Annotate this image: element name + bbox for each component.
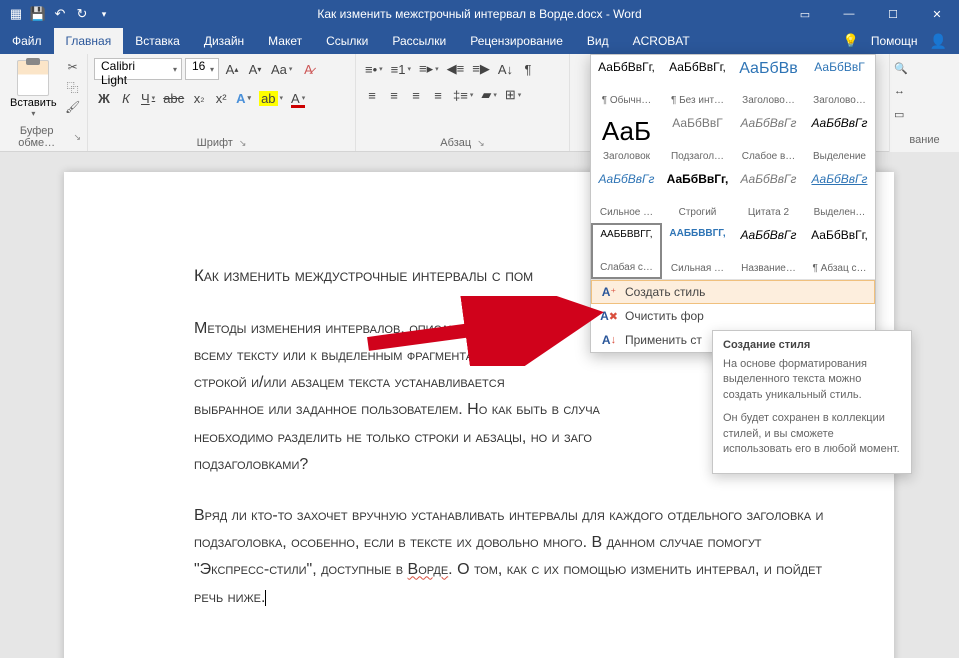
style-cell[interactable]: АаБбВвГгСильное … [591,167,662,223]
menu-view[interactable]: Вид [575,28,621,54]
style-cell[interactable]: АаБЗаголовок [591,111,662,167]
style-cell[interactable]: ААББВВГГ,Сильная … [662,223,733,279]
select-button[interactable]: ▭ [894,104,955,124]
menu-file[interactable]: Файл [0,28,54,54]
ribbon-group-font: Calibri Light▾ 16▾ A▴ A▾ Aa▾ A̷ Ж К Ч▾ a… [88,54,356,151]
undo-icon[interactable]: ↶ [50,4,70,24]
copy-icon[interactable]: ⿻ [64,78,82,96]
style-cell[interactable]: АаБбВвГгЦитата 2 [733,167,804,223]
paragraph-dialog-launcher[interactable]: ↘ [477,138,485,149]
format-painter-icon[interactable]: 🖌 [64,98,82,116]
font-color-button[interactable]: A▾ [288,87,308,109]
align-left-button[interactable]: ≡ [362,84,382,106]
save-icon[interactable]: 💾 [28,4,48,24]
style-cell[interactable]: АаБбВвГЗаголово… [804,55,875,111]
superscript-button[interactable]: x² [211,87,231,109]
font-size-select[interactable]: 16▾ [185,58,219,80]
justify-button[interactable]: ≡ [428,84,448,106]
change-case-button[interactable]: Aa▾ [268,58,295,80]
tooltip-title: Создание стиля [723,339,901,351]
redo-icon[interactable]: ↻ [72,4,92,24]
ribbon-group-clipboard: Вставить ▾ ✂ ⿻ 🖌 Буфер обме…↘ [0,54,88,151]
subscript-button[interactable]: x₂ [189,87,209,109]
maximize-button[interactable]: ☐ [871,0,915,28]
ribbon-group-paragraph: ≡•▾ ≡1▾ ≡▸▾ ◀≡ ≡▶ A↓ ¶ ≡ ≡ ≡ ≡ ‡≡▾ ▰▾ ⊞▾… [356,54,570,151]
ribbon-group-editing: 🔍 ↔ ▭ вание [889,54,959,152]
find-button[interactable]: 🔍 [894,58,955,78]
ribbon-display-icon[interactable]: ▭ [783,0,827,28]
apply-styles-icon: A↓ [601,333,617,347]
decrease-indent-button[interactable]: ◀≡ [444,58,468,80]
text-effects-button[interactable]: A▾ [233,87,254,109]
paste-button[interactable]: Вставить ▾ [6,58,61,120]
line-spacing-button[interactable]: ‡≡▾ [450,84,476,106]
clipboard-icon [17,60,49,96]
increase-indent-button[interactable]: ≡▶ [469,58,493,80]
menu-bar: Файл Главная Вставка Дизайн Макет Ссылки… [0,28,959,54]
clear-formatting-button[interactable]: A̷ [298,58,318,80]
style-cell[interactable]: АаБбВвГг,Строгий [662,167,733,223]
menu-acrobat[interactable]: ACROBAT [621,28,702,54]
create-style-item[interactable]: A⁺ Создать стиль [591,280,875,304]
menu-insert[interactable]: Вставка [123,28,192,54]
show-marks-button[interactable]: ¶ [518,58,538,80]
multilevel-button[interactable]: ≡▸▾ [416,58,442,80]
qat-customize-icon[interactable]: ▾ [94,4,114,24]
italic-button[interactable]: К [116,87,136,109]
text-cursor [265,590,266,606]
menu-references[interactable]: Ссылки [314,28,380,54]
style-cell[interactable]: АаБбВвГПодзагол… [662,111,733,167]
share-icon[interactable]: 👤 [930,33,947,50]
align-center-button[interactable]: ≡ [384,84,404,106]
highlight-button[interactable]: ab▾ [256,87,286,109]
cut-icon[interactable]: ✂ [64,58,82,76]
menu-review[interactable]: Рецензирование [458,28,575,54]
style-cell[interactable]: АаБбВвГг,¶ Абзац с… [804,223,875,279]
style-cell[interactable]: АаБбВвГг,¶ Без инт… [662,55,733,111]
font-name-select[interactable]: Calibri Light▾ [94,58,182,80]
bullets-button[interactable]: ≡•▾ [362,58,386,80]
clipboard-dialog-launcher[interactable]: ↘ [73,132,81,143]
bold-button[interactable]: Ж [94,87,114,109]
menu-home[interactable]: Главная [54,28,124,54]
close-button[interactable]: ✕ [915,0,959,28]
numbering-button[interactable]: ≡1▾ [388,58,414,80]
create-style-icon: A⁺ [601,285,617,299]
minimize-button[interactable]: — [827,0,871,28]
shading-button[interactable]: ▰▾ [478,84,500,106]
styles-gallery-dropdown: АаБбВвГг,¶ Обычн…АаБбВвГг,¶ Без инт…АаБб… [590,54,876,353]
style-cell[interactable]: АаБбВвЗаголово… [733,55,804,111]
title-bar: ▦ 💾 ↶ ↻ ▾ Как изменить межстрочный интер… [0,0,959,28]
style-cell[interactable]: АаБбВвГгНазвание… [733,223,804,279]
lightbulb-icon: 💡 [843,33,859,49]
sort-button[interactable]: A↓ [495,58,516,80]
style-cell[interactable]: ААББВВГГ,Слабая с… [591,223,662,279]
menu-layout[interactable]: Макет [256,28,314,54]
style-cell[interactable]: АаБбВвГгСлабое в… [733,111,804,167]
underline-button[interactable]: Ч▾ [138,87,158,109]
align-right-button[interactable]: ≡ [406,84,426,106]
menu-design[interactable]: Дизайн [192,28,256,54]
document-title: Как изменить межстрочный интервал в Ворд… [317,7,641,21]
grow-font-button[interactable]: A▴ [222,58,242,80]
clear-formatting-item[interactable]: A✖ Очистить фор [591,304,875,328]
tooltip-text: На основе форматирования выделенного тек… [723,357,901,403]
create-style-tooltip: Создание стиля На основе форматирования … [712,330,912,474]
app-menu-icon[interactable]: ▦ [6,4,26,24]
style-cell[interactable]: АаБбВвГгВыделение [804,111,875,167]
replace-button[interactable]: ↔ [894,81,955,101]
tooltip-text: Он будет сохранен в коллекции стилей, и … [723,411,901,457]
clear-format-icon: A✖ [601,309,617,323]
strikethrough-button[interactable]: abc [160,87,187,109]
style-cell[interactable]: АаБбВвГгВыделен… [804,167,875,223]
borders-button[interactable]: ⊞▾ [502,84,524,106]
font-dialog-launcher[interactable]: ↘ [239,138,247,149]
doc-paragraph: Вряд ли кто-то захочет вручную устанавли… [194,502,824,611]
shrink-font-button[interactable]: A▾ [245,58,265,80]
style-cell[interactable]: АаБбВвГг,¶ Обычн… [591,55,662,111]
menu-mailings[interactable]: Рассылки [380,28,458,54]
help-label[interactable]: Помощн [871,34,918,48]
